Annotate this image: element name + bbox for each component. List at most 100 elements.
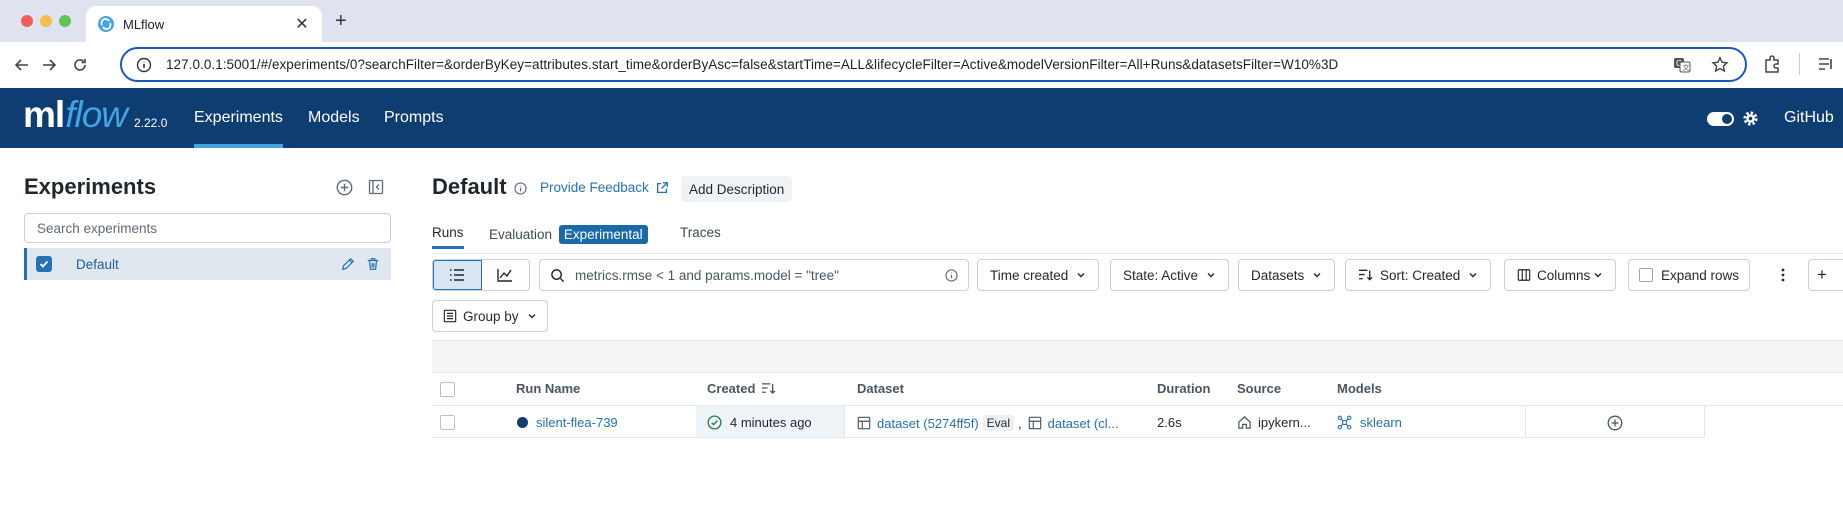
browser-tab[interactable]: MLflow ✕ xyxy=(86,6,322,42)
state-dropdown[interactable]: State: Active xyxy=(1110,259,1230,291)
line-chart-icon xyxy=(497,269,513,282)
url-text: 127.0.0.1:5001/#/experiments/0?searchFil… xyxy=(166,57,1339,72)
view-mode-toggle xyxy=(432,259,530,291)
chevron-down-icon xyxy=(528,314,536,319)
table-group-header xyxy=(432,340,1843,373)
back-icon[interactable] xyxy=(12,55,32,75)
dataset-link-2[interactable]: dataset (cl... xyxy=(1048,416,1119,431)
column-run-name[interactable]: Run Name xyxy=(516,381,580,396)
column-dataset-label: Dataset xyxy=(857,381,904,396)
trash-icon[interactable] xyxy=(366,257,380,271)
new-run-button[interactable]: + xyxy=(1808,259,1843,291)
sort-dropdown[interactable]: Sort: Created xyxy=(1345,259,1492,291)
nav-models[interactable]: Models xyxy=(308,88,360,148)
search-runs-input[interactable]: metrics.rmse < 1 and params.model = "tre… xyxy=(539,259,969,291)
column-duration[interactable]: Duration xyxy=(1157,381,1210,396)
tab-runs[interactable]: Runs xyxy=(432,225,464,249)
new-tab-icon[interactable]: + xyxy=(335,11,347,31)
minimize-window-button[interactable] xyxy=(40,15,52,27)
column-models-label: Models xyxy=(1337,381,1382,396)
dataset-separator: , xyxy=(1018,415,1022,431)
select-all-checkbox[interactable] xyxy=(440,382,455,397)
reload-icon[interactable] xyxy=(70,55,90,75)
dataset-link-1[interactable]: dataset (5274ff5f) xyxy=(877,416,979,431)
close-window-button[interactable] xyxy=(21,15,33,27)
group-by-label: Group by xyxy=(463,308,519,324)
group-icon xyxy=(443,309,457,323)
version-label: 2.22.0 xyxy=(134,116,168,130)
edit-icon[interactable] xyxy=(341,257,355,271)
forward-icon[interactable] xyxy=(39,55,59,75)
columns-dropdown[interactable]: Columns xyxy=(1504,259,1617,291)
created-text: 4 minutes ago xyxy=(730,415,812,430)
eval-tag: Eval xyxy=(982,415,1015,431)
add-description-button[interactable]: Add Description xyxy=(681,176,793,202)
run-color-dot[interactable] xyxy=(517,417,528,428)
cell-divider xyxy=(1704,406,1705,437)
tab-traces[interactable]: Traces xyxy=(680,225,721,240)
datasets-dropdown[interactable]: Datasets xyxy=(1238,259,1336,291)
toolbar-divider xyxy=(1799,53,1800,75)
run-name-link[interactable]: silent-flea-739 xyxy=(536,415,618,430)
chart-view-button[interactable] xyxy=(482,260,530,290)
add-column-icon[interactable] xyxy=(1607,415,1623,431)
mlflow-logo[interactable]: ml flow 2.22.0 xyxy=(23,94,167,140)
expand-rows-checkbox[interactable] xyxy=(1639,268,1653,282)
source-text[interactable]: ipykern... xyxy=(1258,415,1311,430)
provide-feedback-link[interactable]: Provide Feedback xyxy=(540,180,669,195)
plus-icon: + xyxy=(1817,265,1827,284)
column-created[interactable]: Created xyxy=(707,381,776,396)
github-link[interactable]: GitHub xyxy=(1784,88,1834,148)
search-icon xyxy=(551,268,565,282)
column-run-name-label: Run Name xyxy=(516,381,581,396)
row-checkbox[interactable] xyxy=(440,415,455,430)
chevron-down-icon xyxy=(1207,273,1215,278)
logo-ml-text: ml xyxy=(23,94,65,135)
column-models[interactable]: Models xyxy=(1337,381,1382,396)
model-icon xyxy=(1337,415,1352,430)
nav-prompts[interactable]: Prompts xyxy=(384,88,444,148)
maximize-window-button[interactable] xyxy=(59,15,71,27)
extensions-icon[interactable] xyxy=(1763,55,1781,73)
dark-mode-toggle[interactable] xyxy=(1707,112,1734,126)
address-bar[interactable]: 127.0.0.1:5001/#/experiments/0?searchFil… xyxy=(120,47,1747,82)
column-created-label: Created xyxy=(707,381,756,396)
reading-list-icon[interactable] xyxy=(1817,55,1835,73)
chevron-down-icon xyxy=(1469,273,1477,278)
duration-cell: 2.6s xyxy=(1157,415,1182,430)
info-icon[interactable] xyxy=(514,182,527,195)
search-help-icon[interactable] xyxy=(945,268,958,282)
tab-evaluation[interactable]: Evaluation Experimental xyxy=(489,225,648,244)
row-divider xyxy=(432,437,1704,438)
experimental-badge: Experimental xyxy=(558,225,648,244)
datasets-label: Datasets xyxy=(1251,267,1305,283)
expand-rows-toggle[interactable]: Expand rows xyxy=(1628,259,1751,291)
logo-flow-text: flow xyxy=(65,94,128,135)
nav-experiments[interactable]: Experiments xyxy=(194,88,283,148)
sort-desc-icon[interactable] xyxy=(761,382,776,395)
column-dataset[interactable]: Dataset xyxy=(857,381,904,396)
tab-evaluation-label: Evaluation xyxy=(489,227,553,242)
experiment-checkbox[interactable] xyxy=(36,256,52,272)
search-experiments-input[interactable]: Search experiments xyxy=(24,213,391,243)
list-view-button[interactable] xyxy=(433,260,482,290)
page-title: Default xyxy=(432,174,507,199)
chevron-down-icon xyxy=(1594,273,1602,278)
add-experiment-icon[interactable] xyxy=(336,179,353,196)
more-options-icon[interactable] xyxy=(1776,268,1790,282)
collapse-sidebar-icon[interactable] xyxy=(368,179,384,195)
column-source[interactable]: Source xyxy=(1237,381,1281,396)
translate-icon[interactable]: G 文 xyxy=(1673,56,1691,74)
bookmark-star-icon[interactable] xyxy=(1711,55,1729,74)
time-created-dropdown[interactable]: Time created xyxy=(977,259,1100,291)
browser-tabbar: MLflow ✕ + xyxy=(0,0,1843,42)
tab-title: MLflow xyxy=(123,16,165,32)
gear-icon[interactable] xyxy=(1742,110,1759,127)
site-info-icon[interactable] xyxy=(136,57,152,73)
group-by-dropdown[interactable]: Group by xyxy=(432,300,548,332)
close-tab-icon[interactable]: ✕ xyxy=(294,16,310,33)
model-link[interactable]: sklearn xyxy=(1360,415,1402,430)
experiment-item-default[interactable]: Default xyxy=(24,248,391,280)
table-icon xyxy=(857,416,871,430)
cell-divider xyxy=(1525,406,1526,437)
